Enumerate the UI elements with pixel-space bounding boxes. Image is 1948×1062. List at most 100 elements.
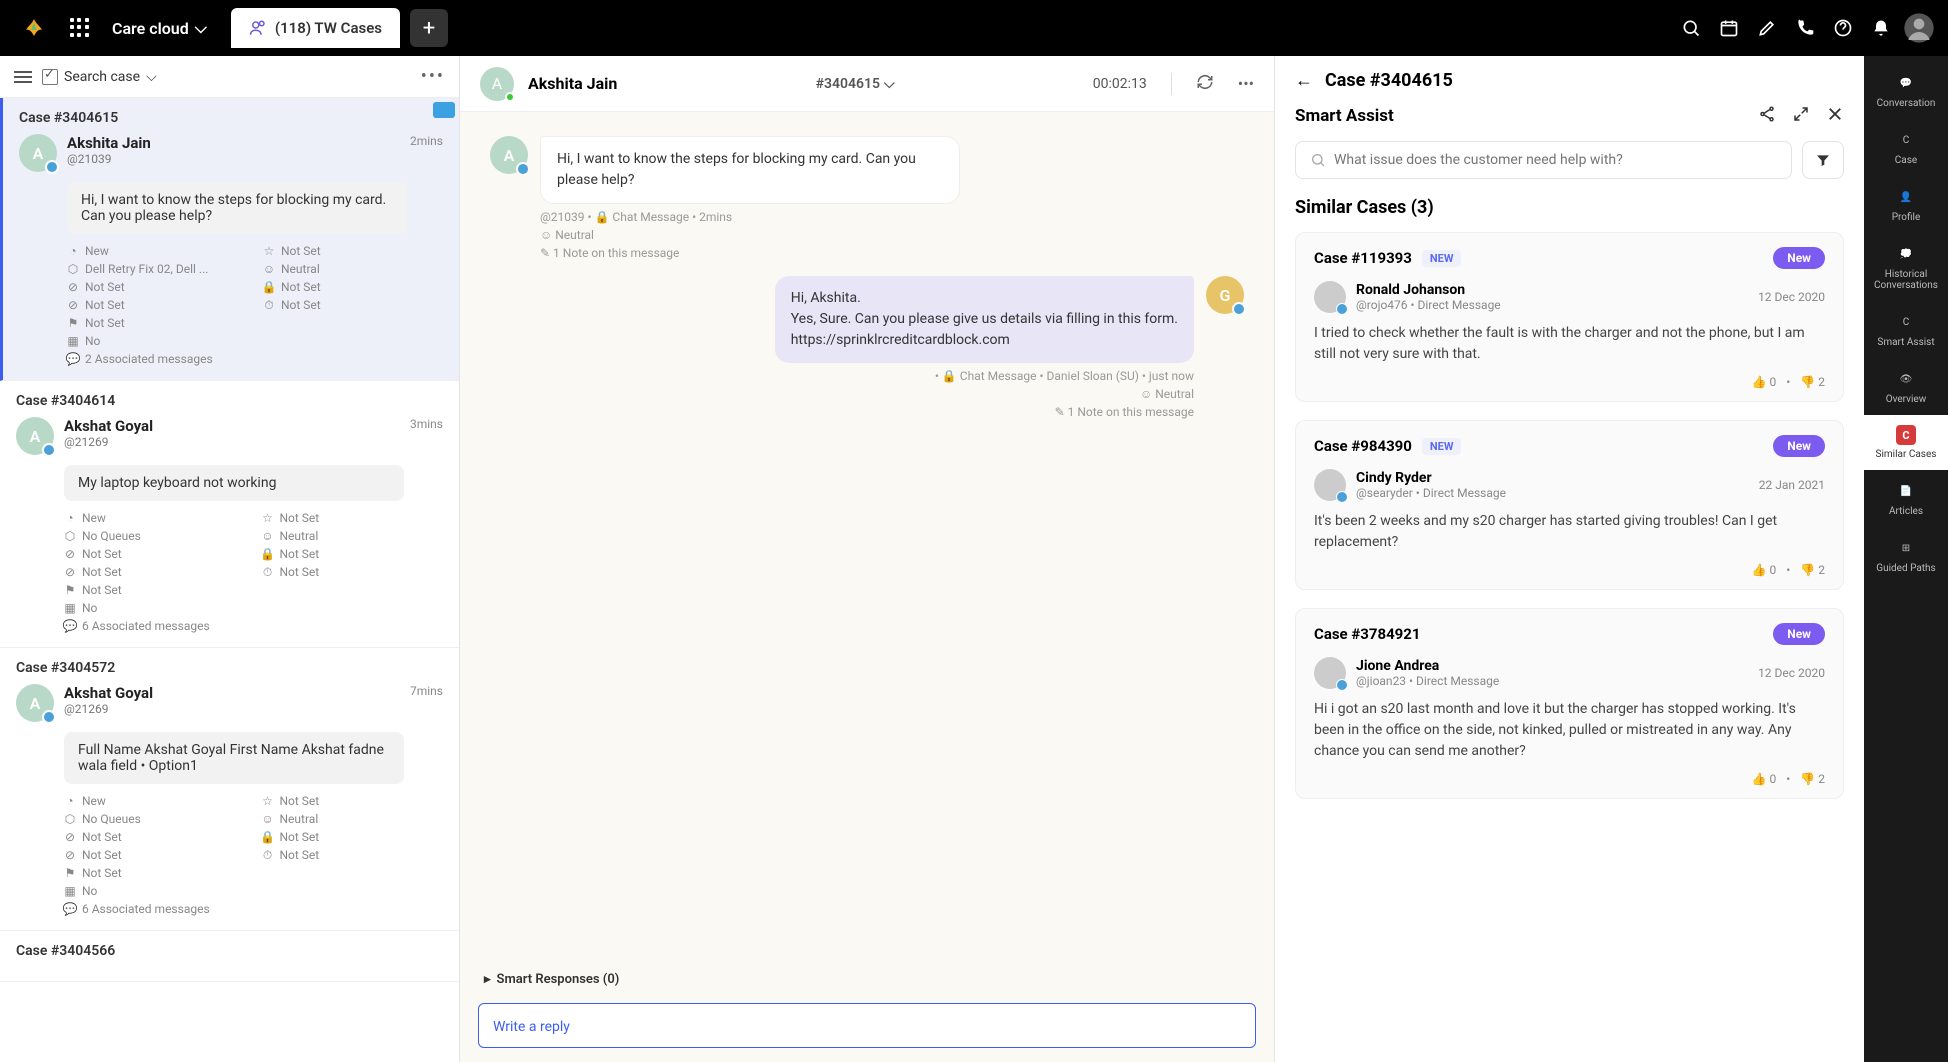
avatar: A <box>490 136 528 174</box>
thumbs-up-icon[interactable]: 👍 0 <box>1752 375 1777 389</box>
phone-icon[interactable] <box>1786 9 1824 47</box>
back-arrow-icon[interactable]: ← <box>1295 70 1313 91</box>
reply-flag-icon <box>433 102 455 118</box>
avatar <box>1314 281 1346 313</box>
chevron-down-icon: ⌵ <box>884 76 895 92</box>
reply-input[interactable] <box>493 1019 1241 1035</box>
bell-icon[interactable] <box>1862 9 1900 47</box>
hamburger-icon[interactable] <box>14 71 32 83</box>
rail-item-case[interactable]: CCase <box>1864 119 1948 176</box>
chevron-down-icon: ⌵ <box>195 18 207 38</box>
rail-item-overview[interactable]: 👁Overview <box>1864 358 1948 415</box>
rail-item-historical-conversations[interactable]: 💭Historical Conversations <box>1864 233 1948 301</box>
avatar: G <box>1206 276 1244 314</box>
rail-label: Conversation <box>1877 98 1936 109</box>
filter-button[interactable] <box>1802 141 1844 179</box>
smart-responses-toggle[interactable]: ▸ Smart Responses (0) <box>460 962 1274 997</box>
more-icon[interactable]: ••• <box>1238 74 1254 93</box>
avatar <box>1314 657 1346 689</box>
conversation-header: A Akshita Jain #3404615 ⌵ 00:02:13 ••• <box>460 56 1274 112</box>
case-contact-name: Akshat Goyal <box>64 684 153 702</box>
similar-user-handle: @searyder • Direct Message <box>1356 486 1506 500</box>
case-card[interactable]: Case #3404614 A Akshat Goyal @21269 3min… <box>0 381 459 648</box>
thumbs-up-icon[interactable]: 👍 0 <box>1752 563 1777 577</box>
message-bubble: Hi, Akshita.Yes, Sure. Can you please gi… <box>775 276 1194 363</box>
active-tab[interactable]: (118) TW Cases <box>231 8 400 48</box>
case-time: 7mins <box>410 684 443 698</box>
case-preview: Hi, I want to know the steps for blockin… <box>67 182 407 234</box>
case-id: Case #3404572 <box>16 660 443 676</box>
rail-item-articles[interactable]: 📄 Articles <box>1864 470 1948 527</box>
contact-name: Akshita Jain <box>528 74 617 93</box>
similar-case-card[interactable]: Case #984390 NEW New Cindy Ryder @searyd… <box>1295 420 1844 590</box>
refresh-icon[interactable] <box>1196 73 1214 95</box>
expand-icon[interactable] <box>1792 105 1810 127</box>
rail-icon: 💭 <box>1895 243 1917 265</box>
search-label: Search case <box>64 69 140 85</box>
app-logo-icon <box>20 14 48 42</box>
checkbox-icon <box>42 69 58 85</box>
similar-case-card[interactable]: Case #3784921 New Jione Andrea @jioan23 … <box>1295 608 1844 799</box>
similar-case-body: It's been 2 weeks and my s20 charger has… <box>1314 511 1825 553</box>
workspace-label: Care cloud <box>112 19 189 38</box>
right-rail: 💬ConversationCCase 👤 Profile 💭Historical Co… <box>1864 56 1948 1062</box>
thumbs-down-icon[interactable]: 👎 2 <box>1800 563 1825 577</box>
help-icon[interactable] <box>1824 9 1862 47</box>
thumbs-up-icon[interactable]: 👍 0 <box>1752 772 1777 786</box>
issue-search-input[interactable] <box>1295 141 1792 179</box>
case-preview: Full Name Akshat Goyal First Name Akshat… <box>64 732 404 784</box>
status-pill: New <box>1773 435 1825 457</box>
contact-avatar: A <box>480 67 514 101</box>
rail-item-profile[interactable]: 👤 Profile <box>1864 176 1948 233</box>
rail-item-guided-paths[interactable]: ⊞Guided Paths <box>1864 527 1948 584</box>
similar-user-handle: @rojo476 • Direct Message <box>1356 298 1501 312</box>
rail-icon: 👁 <box>1895 368 1917 390</box>
rail-icon: C <box>1896 425 1916 445</box>
thumbs-down-icon[interactable]: 👎 2 <box>1800 375 1825 389</box>
close-icon[interactable] <box>1826 105 1844 127</box>
calendar-icon[interactable] <box>1710 9 1748 47</box>
rail-item-smart-assist[interactable]: CSmart Assist <box>1864 301 1948 358</box>
rail-icon: 👤 <box>1895 186 1917 208</box>
similar-case-body: I tried to check whether the fault is wi… <box>1314 323 1825 365</box>
similar-user-name: Cindy Ryder <box>1356 470 1506 486</box>
more-icon[interactable]: ••• <box>421 66 445 87</box>
vote-footer: 👍 0• 👎 2 <box>1314 375 1825 389</box>
rail-item-conversation[interactable]: 💬Conversation <box>1864 62 1948 119</box>
similar-case-date: 12 Dec 2020 <box>1758 290 1825 304</box>
rail-label: Profile <box>1892 212 1921 223</box>
edit-icon[interactable] <box>1748 9 1786 47</box>
share-icon[interactable] <box>1758 105 1776 127</box>
smart-assist-panel: ← Case #3404615 Smart Assist Similar Cas… <box>1274 56 1864 1062</box>
message-meta: @21039 • 🔒 Chat Message • 2mins ☺ Neutra… <box>540 210 1244 260</box>
search-case-dropdown[interactable]: Search case ⌵ <box>42 69 157 85</box>
rail-item-similar-cases[interactable]: C Similar Cases <box>1864 415 1948 470</box>
add-tab-button[interactable]: + <box>410 9 448 47</box>
similar-case-date: 12 Dec 2020 <box>1758 666 1825 680</box>
case-preview: My laptop keyboard not working <box>64 465 404 501</box>
rail-label: Articles <box>1889 506 1923 517</box>
search-icon <box>1310 152 1326 168</box>
search-icon[interactable] <box>1672 9 1710 47</box>
caret-right-icon: ▸ <box>484 972 491 987</box>
rail-label: Smart Assist <box>1877 337 1934 348</box>
similar-case-card[interactable]: Case #119393 NEW New Ronald Johanson @ro… <box>1295 232 1844 402</box>
rail-icon: C <box>1895 129 1917 151</box>
case-card[interactable]: Case #3404615 A Akshita Jain @21039 2min… <box>0 98 459 381</box>
workspace-dropdown[interactable]: Care cloud ⌵ <box>102 18 217 38</box>
case-card[interactable]: Case #3404572 A Akshat Goyal @21269 7min… <box>0 648 459 931</box>
reply-input-container[interactable] <box>478 1003 1256 1048</box>
rail-label: Similar Cases <box>1876 449 1937 460</box>
thumbs-down-icon[interactable]: 👎 2 <box>1800 772 1825 786</box>
case-header: Case #3404615 <box>1325 70 1453 91</box>
case-contact-handle: @21269 <box>64 702 153 716</box>
apps-grid-icon[interactable] <box>70 18 90 38</box>
tab-label: (118) TW Cases <box>275 19 382 37</box>
rail-icon: 📄 <box>1895 480 1917 502</box>
similar-user-name: Jione Andrea <box>1356 658 1499 674</box>
user-avatar[interactable] <box>1900 9 1938 47</box>
case-card[interactable]: Case #3404566 <box>0 931 459 982</box>
case-id-dropdown[interactable]: #3404615 ⌵ <box>816 76 895 92</box>
tab-icon <box>249 19 267 37</box>
new-badge: NEW <box>1422 438 1462 455</box>
